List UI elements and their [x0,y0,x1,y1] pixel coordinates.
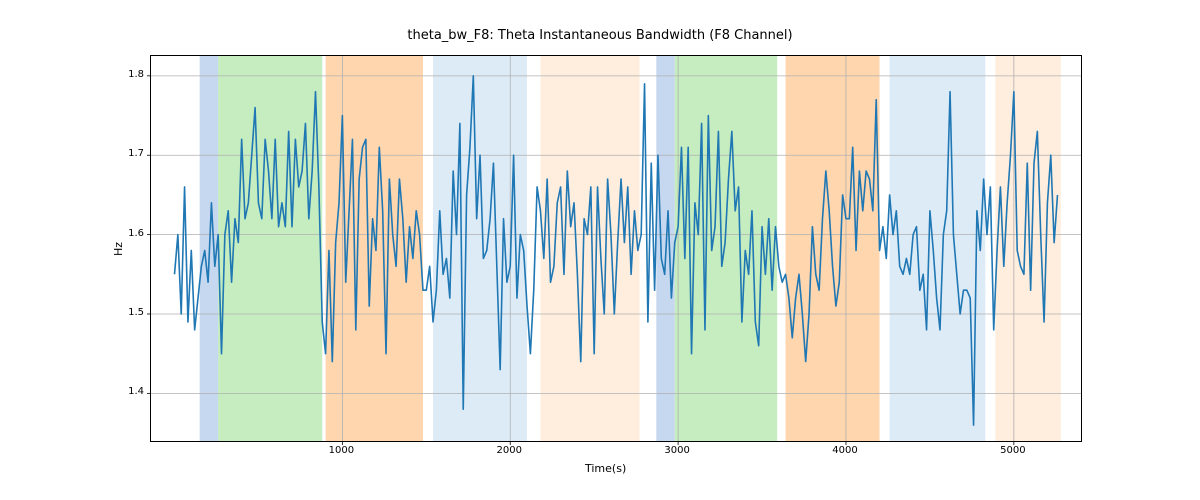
y-tick-label: 1.7 [128,148,144,159]
plot-svg [151,56,1081,441]
chart-title: theta_bw_F8: Theta Instantaneous Bandwid… [0,28,1200,43]
x-tick-label: 3000 [662,445,692,456]
x-axis-label: Time(s) [585,462,626,475]
x-tick-label: 4000 [830,445,860,456]
x-tick-label: 5000 [998,445,1028,456]
y-tick-label: 1.6 [128,228,144,239]
x-tick-label: 1000 [326,445,356,456]
y-tick-label: 1.8 [128,69,144,80]
y-axis-label: Hz [112,241,125,255]
plot-axes [150,55,1082,442]
y-tick-label: 1.5 [128,307,144,318]
figure: theta_bw_F8: Theta Instantaneous Bandwid… [0,0,1200,500]
x-tick-label: 2000 [494,445,524,456]
y-tick-label: 1.4 [128,386,144,397]
